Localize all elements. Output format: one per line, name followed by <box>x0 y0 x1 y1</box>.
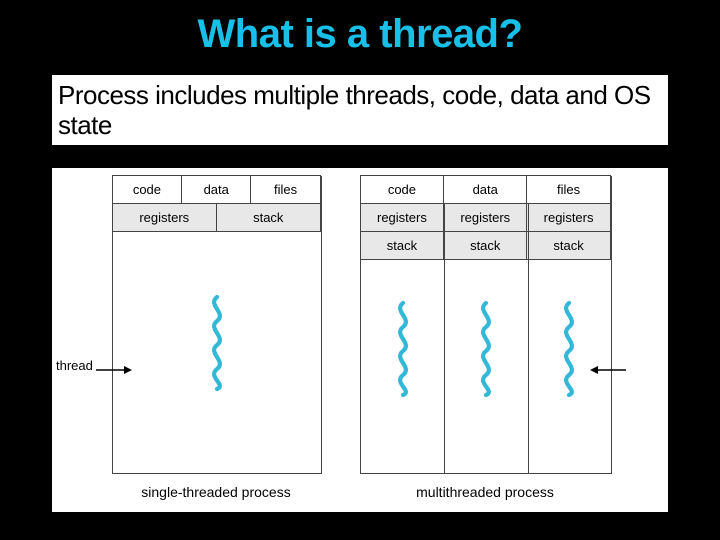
cell-stack: stack <box>443 231 528 261</box>
caption-multi: multithreaded process <box>360 484 610 500</box>
arrow-icon <box>96 365 132 375</box>
cell-code: code <box>112 175 183 205</box>
diagram: code data files registers stack code dat… <box>52 168 668 512</box>
cell-data: data <box>443 175 528 205</box>
cell-code: code <box>360 175 445 205</box>
thread-squiggle-icon <box>391 303 415 395</box>
divider <box>528 204 529 473</box>
caption-single: single-threaded process <box>112 484 320 500</box>
cell-stack: stack <box>360 231 445 261</box>
thread-label-left: thread <box>56 358 93 373</box>
cell-registers: registers <box>526 203 611 233</box>
cell-stack: stack <box>216 203 322 233</box>
arrow-icon <box>590 365 626 375</box>
cell-files: files <box>526 175 611 205</box>
multi-registers-row: registers registers registers <box>361 204 611 232</box>
thread-squiggle-icon <box>474 303 498 395</box>
slide-subtitle: Process includes multiple threads, code,… <box>52 75 668 145</box>
divider <box>444 204 445 473</box>
multi-shared-row: code data files <box>361 176 611 204</box>
slide-title: What is a thread? <box>0 0 720 57</box>
multithreaded-box: code data files registers registers regi… <box>360 176 612 474</box>
thread-label-right: thread <box>675 358 712 373</box>
cell-registers: registers <box>360 203 445 233</box>
cell-registers: registers <box>443 203 528 233</box>
thread-squiggle-icon <box>205 297 229 389</box>
slide: What is a thread? Process includes multi… <box>0 0 720 540</box>
cell-registers: registers <box>112 203 218 233</box>
single-thread-row: registers stack <box>113 204 321 232</box>
multi-stack-row: stack stack stack <box>361 232 611 260</box>
cell-files: files <box>250 175 321 205</box>
thread-squiggle-icon <box>557 303 581 395</box>
cell-stack: stack <box>526 231 611 261</box>
single-shared-row: code data files <box>113 176 321 204</box>
cell-data: data <box>181 175 252 205</box>
single-threaded-box: code data files registers stack <box>112 176 322 474</box>
